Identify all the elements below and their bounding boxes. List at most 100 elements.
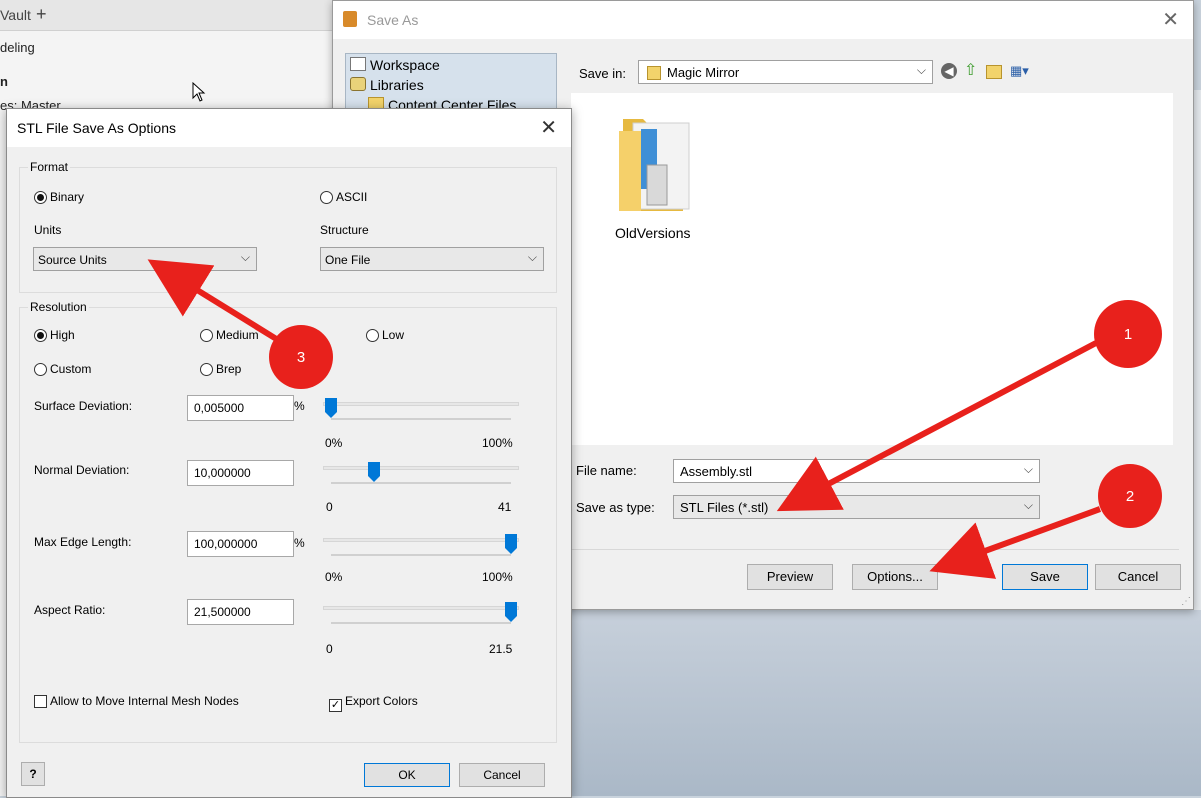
place-libraries[interactable]: Libraries <box>350 77 424 93</box>
radio-dot <box>366 329 379 342</box>
vault-tab[interactable]: Vault + <box>0 0 340 31</box>
3d-viewport <box>570 610 1201 796</box>
save-as-title: Save As <box>367 12 419 28</box>
radio-label: High <box>50 328 75 342</box>
up-folder-icon[interactable]: ⇧ <box>964 63 980 79</box>
slider-thumb[interactable] <box>505 602 517 622</box>
slider-min-label: 0% <box>325 570 343 584</box>
radio-dot <box>200 363 213 376</box>
file-list[interactable]: OldVersions <box>571 93 1173 445</box>
custom-radio[interactable]: Custom <box>34 362 91 376</box>
cancel-button[interactable]: Cancel <box>1095 564 1181 590</box>
high-radio[interactable]: High <box>34 328 75 342</box>
folder-item[interactable] <box>617 111 697 215</box>
radio-dot <box>200 329 213 342</box>
slider-track <box>323 402 519 406</box>
structure-label: Structure <box>320 223 369 237</box>
radio-dot <box>320 191 333 204</box>
aspect-ratio-slider[interactable] <box>323 602 519 646</box>
structure-select[interactable]: One File ⌵ <box>320 247 544 271</box>
surface-deviation-input[interactable]: 0,005000 <box>187 395 294 421</box>
save-in-label: Save in: <box>579 66 626 81</box>
checkbox-label: Allow to Move Internal Mesh Nodes <box>50 694 239 708</box>
libraries-icon <box>350 77 366 91</box>
stl-titlebar: STL File Save As Options ✕ <box>7 109 571 147</box>
slider-min-label: 0 <box>326 642 333 656</box>
radio-dot <box>34 329 47 342</box>
place-label: Workspace <box>370 57 440 73</box>
resize-grip-icon[interactable]: ⋰ <box>1181 596 1191 607</box>
checkbox-box <box>34 695 47 708</box>
slider-thumb[interactable] <box>325 398 337 418</box>
surface-deviation-label: Surface Deviation: <box>34 399 133 413</box>
options-button[interactable]: Options... <box>852 564 938 590</box>
cancel-button[interactable]: Cancel <box>459 763 545 787</box>
bg-text: deling <box>0 40 35 55</box>
brep-radio[interactable]: Brep <box>200 362 241 376</box>
file-name-label: File name: <box>576 463 637 478</box>
normal-deviation-input[interactable]: 10,000000 <box>187 460 294 486</box>
save-button[interactable]: Save <box>1002 564 1088 590</box>
slider-track <box>323 538 519 542</box>
low-radio[interactable]: Low <box>366 328 404 342</box>
structure-value: One File <box>325 253 371 267</box>
ascii-radio[interactable]: ASCII <box>320 190 367 204</box>
stl-options-dialog: STL File Save As Options ✕ Format Binary… <box>6 108 572 798</box>
slider-track <box>323 466 519 470</box>
aspect-ratio-input[interactable]: 21,500000 <box>187 599 294 625</box>
view-menu-icon[interactable]: ▦▾ <box>1010 63 1034 79</box>
units-value: Source Units <box>38 253 107 267</box>
slider-scale <box>331 554 511 556</box>
place-workspace[interactable]: Workspace <box>350 57 440 73</box>
back-icon[interactable]: ◀ <box>941 63 957 79</box>
slider-thumb[interactable] <box>368 462 381 482</box>
folder-icon <box>619 119 690 215</box>
slider-thumb[interactable] <box>505 534 517 554</box>
close-icon[interactable]: ✕ <box>540 115 557 140</box>
radio-label: Brep <box>216 362 242 376</box>
file-name-value: Assembly.stl <box>680 464 752 479</box>
chevron-down-icon: ⌵ <box>1023 498 1033 512</box>
place-label: Libraries <box>370 77 424 93</box>
save-type-label: Save as type: <box>576 500 655 515</box>
max-edge-length-input[interactable]: 100,000000 <box>187 531 294 557</box>
app-icon <box>343 11 357 27</box>
allow-move-checkbox[interactable]: Allow to Move Internal Mesh Nodes <box>34 694 239 708</box>
format-group-label: Format <box>28 160 71 174</box>
slider-min-label: 0% <box>325 436 343 450</box>
slider-track <box>323 606 519 610</box>
max-edge-length-unit: % <box>294 536 305 550</box>
save-type-value: STL Files (*.stl) <box>680 500 769 515</box>
resolution-group: Resolution High Medium Low Custom Brep S… <box>19 300 557 743</box>
slider-min-label: 0 <box>326 500 333 514</box>
slider-scale <box>331 482 511 484</box>
radio-label: Medium <box>216 328 259 342</box>
binary-radio[interactable]: Binary <box>34 190 84 204</box>
slider-max-label: 100% <box>482 570 513 584</box>
help-button[interactable]: ? <box>21 762 45 786</box>
chevron-down-icon: ⌵ <box>240 250 250 264</box>
surface-deviation-unit: % <box>294 399 305 413</box>
medium-radio[interactable]: Medium <box>200 328 259 342</box>
max-edge-length-label: Max Edge Length: <box>34 535 132 549</box>
normal-deviation-label: Normal Deviation: <box>34 463 130 477</box>
radio-label: ASCII <box>336 190 368 204</box>
units-select[interactable]: Source Units ⌵ <box>33 247 257 271</box>
workspace-icon <box>350 57 366 71</box>
save-as-titlebar: Save As ✕ <box>333 1 1193 39</box>
checkmark-icon: ✓ <box>329 699 342 712</box>
preview-button[interactable]: Preview <box>747 564 833 590</box>
save-in-value: Magic Mirror <box>667 65 740 80</box>
new-folder-icon[interactable] <box>986 65 1002 79</box>
normal-deviation-slider[interactable] <box>323 462 519 506</box>
add-tab-icon[interactable]: + <box>36 4 47 25</box>
divider <box>571 549 1179 550</box>
ok-button[interactable]: OK <box>364 763 450 787</box>
aspect-ratio-label: Aspect Ratio: <box>34 603 106 617</box>
file-name-input[interactable]: Assembly.stl ⌵ <box>673 459 1040 483</box>
slider-max-label: 41 <box>498 500 512 514</box>
save-in-combo[interactable]: Magic Mirror ⌵ <box>638 60 933 84</box>
close-icon[interactable]: ✕ <box>1162 7 1179 32</box>
export-colors-checkbox[interactable]: ✓ Export Colors <box>329 694 418 712</box>
save-type-combo[interactable]: STL Files (*.stl) ⌵ <box>673 495 1040 519</box>
